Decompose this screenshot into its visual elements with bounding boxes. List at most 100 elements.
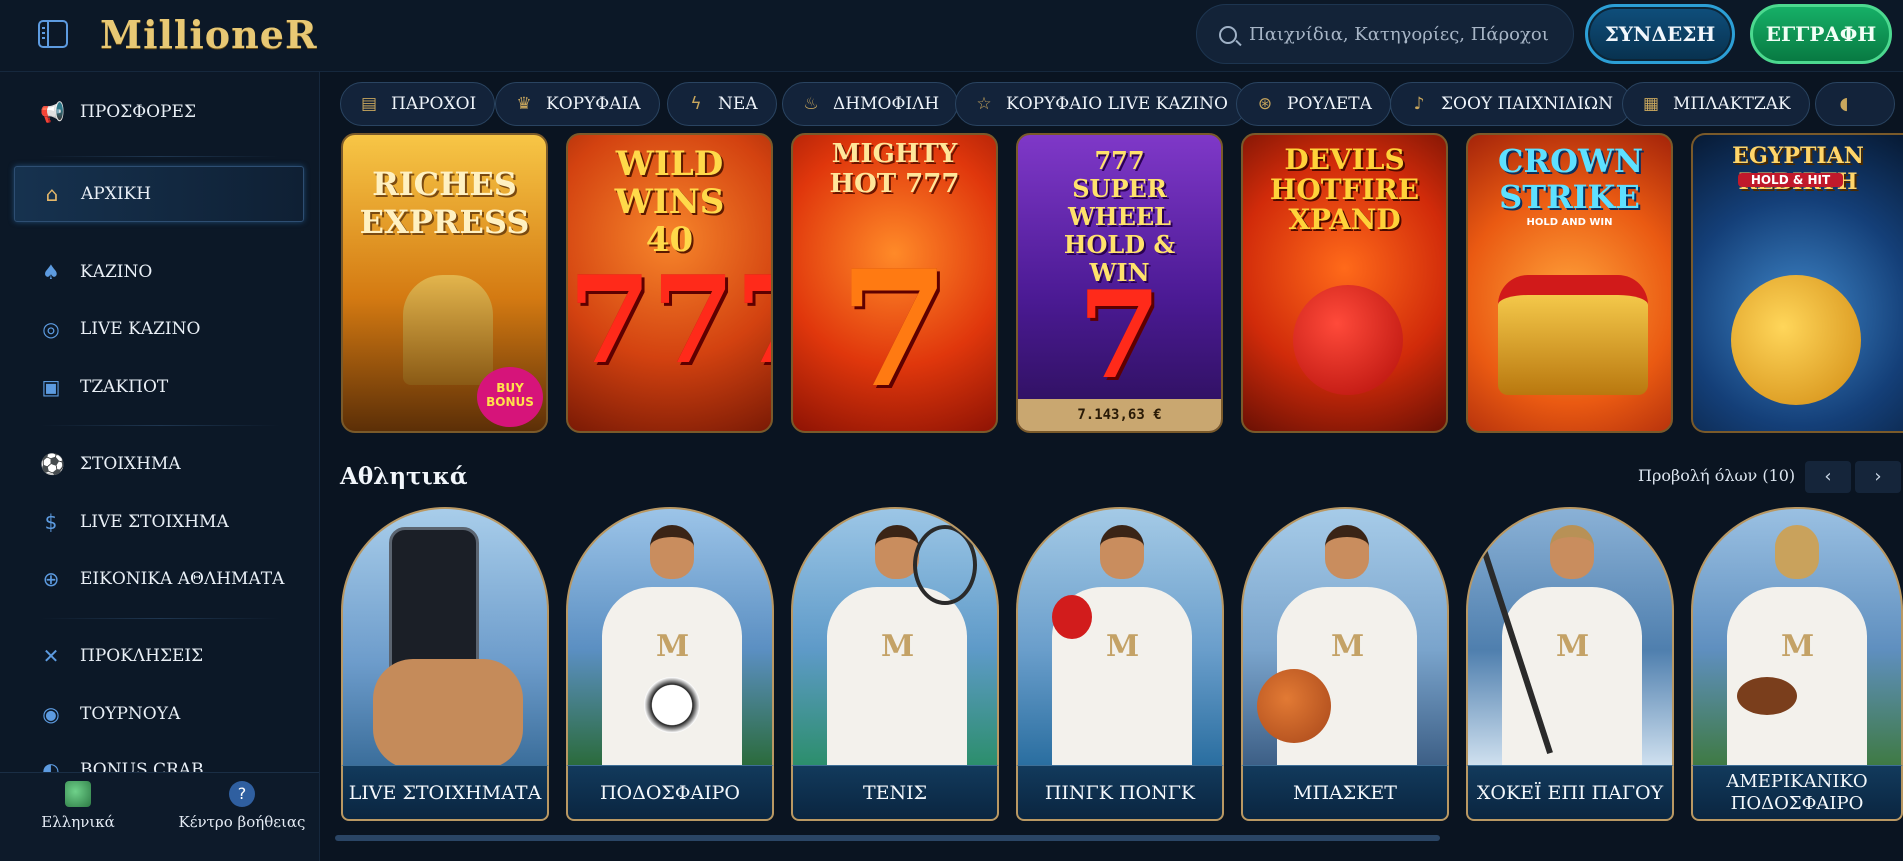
logo[interactable]: MillioneR: [100, 12, 318, 57]
help-label: Κέντρο βοήθειας: [178, 813, 306, 831]
golden-coin-illustration: [1731, 275, 1861, 405]
divider: [40, 618, 280, 619]
category-popular[interactable]: ♨ ΔΗΜΟΦΙΛΗ: [782, 82, 959, 126]
sport-card-basketball[interactable]: ΜΠΑΣΚΕΤ: [1241, 507, 1449, 821]
sidebar-item-live-casino[interactable]: ◎ LIVE ΚΑΖΙΝΟ: [14, 301, 304, 357]
search-input[interactable]: [1249, 5, 1569, 63]
category-providers[interactable]: ▤ ΠΑΡΟΧΟΙ: [340, 82, 496, 126]
sidebar-item-betting[interactable]: ⚽ ΣΤΟΙΧΗΜΑ: [14, 436, 304, 492]
game-title: WILD WINS 40: [614, 144, 725, 260]
cards-icon: ▦: [1642, 94, 1660, 114]
microphone-icon: ♪: [1413, 94, 1425, 114]
category-label: ΜΠΛΑΚΤΖΑΚ: [1673, 94, 1791, 114]
sport-image: [566, 507, 774, 765]
category-more[interactable]: ◖: [1815, 82, 1895, 126]
sidebar-item-challenges[interactable]: ✕ ΠΡΟΚΛΗΣΕΙΣ: [14, 628, 304, 684]
globe-icon: [65, 781, 91, 807]
section-title: Αθλητικά: [340, 463, 468, 490]
game-tile-777-super-wheel[interactable]: 777 SUPER WHEEL HOLD & WIN 7 7.143,63 €: [1016, 133, 1223, 433]
flame-icon: ♨: [803, 94, 819, 114]
category-roulette[interactable]: ⊛ ΡΟΥΛΕΤΑ: [1236, 82, 1391, 126]
category-label: ΝΕΑ: [718, 94, 758, 114]
jackpot-icon: ▣: [41, 375, 61, 399]
game-title: DEVILS HOTFIRE XPAND: [1269, 143, 1420, 236]
login-button[interactable]: ΣΥΝΔΕΣΗ: [1585, 4, 1735, 64]
sidebar-item-label: ΕΙΚΟΝΙΚΑ ΑΘΛΗΜΑΤΑ: [80, 569, 285, 589]
category-label: ΚΟΡΥΦΑΙΑ: [546, 94, 641, 114]
divider: [40, 425, 280, 426]
soccer-ball-icon: ⚽: [40, 452, 65, 476]
game-tile-crown-strike[interactable]: CROWN STRIKE HOLD AND WIN: [1466, 133, 1673, 433]
sport-label: ΑΜΕΡΙΚΑΝΙΚΟ ΠΟΔΟΣΦΑΙΡΟ: [1691, 765, 1903, 821]
sidebar: 📢 ΠΡΟΣΦΟΡΕΣ ⌂ ΑΡΧΙΚΗ ♠ ΚΑΖΙΝΟ ◎ LIVE ΚΑΖ…: [0, 72, 320, 861]
game-subtitle: HOLD AND WIN: [1526, 217, 1613, 228]
category-label: ΣΟΟΥ ΠΑΙΧΝΙΔΙΩΝ: [1441, 94, 1613, 114]
category-bar: ▤ ΠΑΡΟΧΟΙ ♛ ΚΟΡΥΦΑΙΑ ϟ ΝΕΑ ♨ ΔΗΜΟΦΙΛΗ ☆ ΚΟΡΥΦ…: [330, 76, 1903, 132]
game-tile-riches-express[interactable]: RICHES EXPRESS BUY BONUS: [341, 133, 548, 433]
sport-image: [791, 507, 999, 765]
sport-label: ΤΕΝΙΣ: [791, 765, 999, 821]
sidebar-item-live-betting[interactable]: $ LIVE ΣΤΟΙΧΗΜΑ: [14, 494, 304, 550]
game-tile-egyptian-rebirth[interactable]: EGYPTIAN REBIRTH HOLD & HIT: [1691, 133, 1903, 433]
sport-card-ping-pong[interactable]: ΠΙΝΓΚ ΠΟΝΓΚ: [1016, 507, 1224, 821]
medal-icon: ◉: [42, 702, 60, 726]
search-icon: [1219, 26, 1237, 44]
sidebar-item-jackpot[interactable]: ▣ ΤΖΑΚΠΟΤ: [14, 359, 304, 415]
player-illustration: [650, 525, 694, 579]
view-all-link[interactable]: Προβολή όλων (10): [1638, 466, 1795, 485]
sport-image: [1016, 507, 1224, 765]
sport-card-live-betting[interactable]: LIVE ΣΤΟΙΧΗΜΑΤΑ: [341, 507, 549, 821]
roulette-icon: ◎: [42, 317, 60, 341]
game-title: MIGHTY HOT 777: [829, 139, 960, 199]
challenges-icon: ✕: [42, 644, 60, 668]
language-selector[interactable]: Ελληνικά: [8, 781, 148, 831]
game-title: CROWN STRIKE: [1498, 142, 1644, 216]
sport-card-football[interactable]: ΠΟΔΟΣΦΑΙΡΟ: [566, 507, 774, 821]
sidebar-item-offers[interactable]: 📢 ΠΡΟΣΦΟΡΕΣ: [14, 84, 304, 140]
register-button[interactable]: ΕΓΓΡΑΦΗ: [1750, 4, 1892, 64]
seven-symbol: 777: [568, 250, 771, 391]
sport-card-tennis[interactable]: ΤΕΝΙΣ: [791, 507, 999, 821]
sport-card-american-football[interactable]: ΑΜΕΡΙΚΑΝΙΚΟ ΠΟΔΟΣΦΑΙΡΟ: [1691, 507, 1903, 821]
category-label: ΠΑΡΟΧΟΙ: [391, 94, 477, 114]
megaphone-icon: 📢: [40, 100, 65, 124]
sidebar-item-casino[interactable]: ♠ ΚΑΖΙΝΟ: [14, 244, 304, 300]
game-title: EGYPTIAN REBIRTH: [1732, 143, 1864, 195]
category-new[interactable]: ϟ ΝΕΑ: [667, 82, 777, 126]
sport-label: ΠΟΔΟΣΦΑΙΡΟ: [566, 765, 774, 821]
search-bar[interactable]: [1196, 4, 1574, 64]
horizontal-scrollbar[interactable]: [335, 835, 1440, 841]
home-icon: ⌂: [45, 182, 59, 206]
category-top-live-casino[interactable]: ☆ ΚΟΡΥΦΑΙΟ LIVE ΚΑΖΙΝΟ: [955, 82, 1247, 126]
language-label: Ελληνικά: [41, 813, 115, 831]
devil-illustration: [1293, 285, 1403, 395]
sport-label: LIVE ΣΤΟΙΧΗΜΑΤΑ: [341, 765, 549, 821]
next-arrow-button[interactable]: ›: [1855, 461, 1901, 493]
buy-bonus-badge: BUY BONUS: [477, 367, 543, 427]
game-tile-wild-wins-40[interactable]: WILD WINS 40 777: [566, 133, 773, 433]
top-bar: MillioneR ΣΥΝΔΕΣΗ ΕΓΓΡΑΦΗ: [0, 0, 1903, 72]
category-top[interactable]: ♛ ΚΟΡΥΦΑΙΑ: [495, 82, 660, 126]
player-illustration: [1325, 525, 1369, 579]
sidebar-item-label: ΣΤΟΙΧΗΜΑ: [80, 454, 181, 474]
sport-card-ice-hockey[interactable]: ΧΟΚΕΪ ΕΠΙ ΠΑΓΟΥ: [1466, 507, 1674, 821]
game-tile-mighty-hot-777[interactable]: MIGHTY HOT 777 7: [791, 133, 998, 433]
sidebar-item-virtual-sports[interactable]: ⊕ ΕΙΚΟΝΙΚΑ ΑΘΛΗΜΑΤΑ: [14, 551, 304, 607]
sidebar-footer: Ελληνικά ? Κέντρο βοήθειας: [0, 772, 319, 861]
sport-label: ΧΟΚΕΪ ΕΠΙ ΠΑΓΟΥ: [1466, 765, 1674, 821]
tennis-racket-icon: [913, 525, 977, 605]
help-center-link[interactable]: ? Κέντρο βοήθειας: [172, 781, 312, 831]
prev-arrow-button[interactable]: ‹: [1805, 461, 1851, 493]
sidebar-item-label: ΚΑΖΙΝΟ: [80, 262, 153, 282]
more-category-icon: ◖: [1839, 94, 1849, 114]
help-icon: ?: [229, 781, 255, 807]
category-blackjack[interactable]: ▦ ΜΠΛΑΚΤΖΑΚ: [1622, 82, 1810, 126]
seven-symbol: 7: [1077, 265, 1162, 406]
category-game-shows[interactable]: ♪ ΣΟΟΥ ΠΑΙΧΝΙΔΙΩΝ: [1390, 82, 1632, 126]
sidebar-item-home[interactable]: ⌂ ΑΡΧΙΚΗ: [14, 166, 304, 222]
sidebar-item-tournaments[interactable]: ◉ ΤΟΥΡΝΟΥΑ: [14, 686, 304, 742]
sidebar-toggle-icon[interactable]: [38, 20, 68, 48]
lightning-icon: ϟ: [690, 94, 702, 114]
sidebar-item-label: ΤΖΑΚΠΟΤ: [80, 377, 169, 397]
game-tile-devils-hotfire-xpand[interactable]: DEVILS HOTFIRE XPAND: [1241, 133, 1448, 433]
